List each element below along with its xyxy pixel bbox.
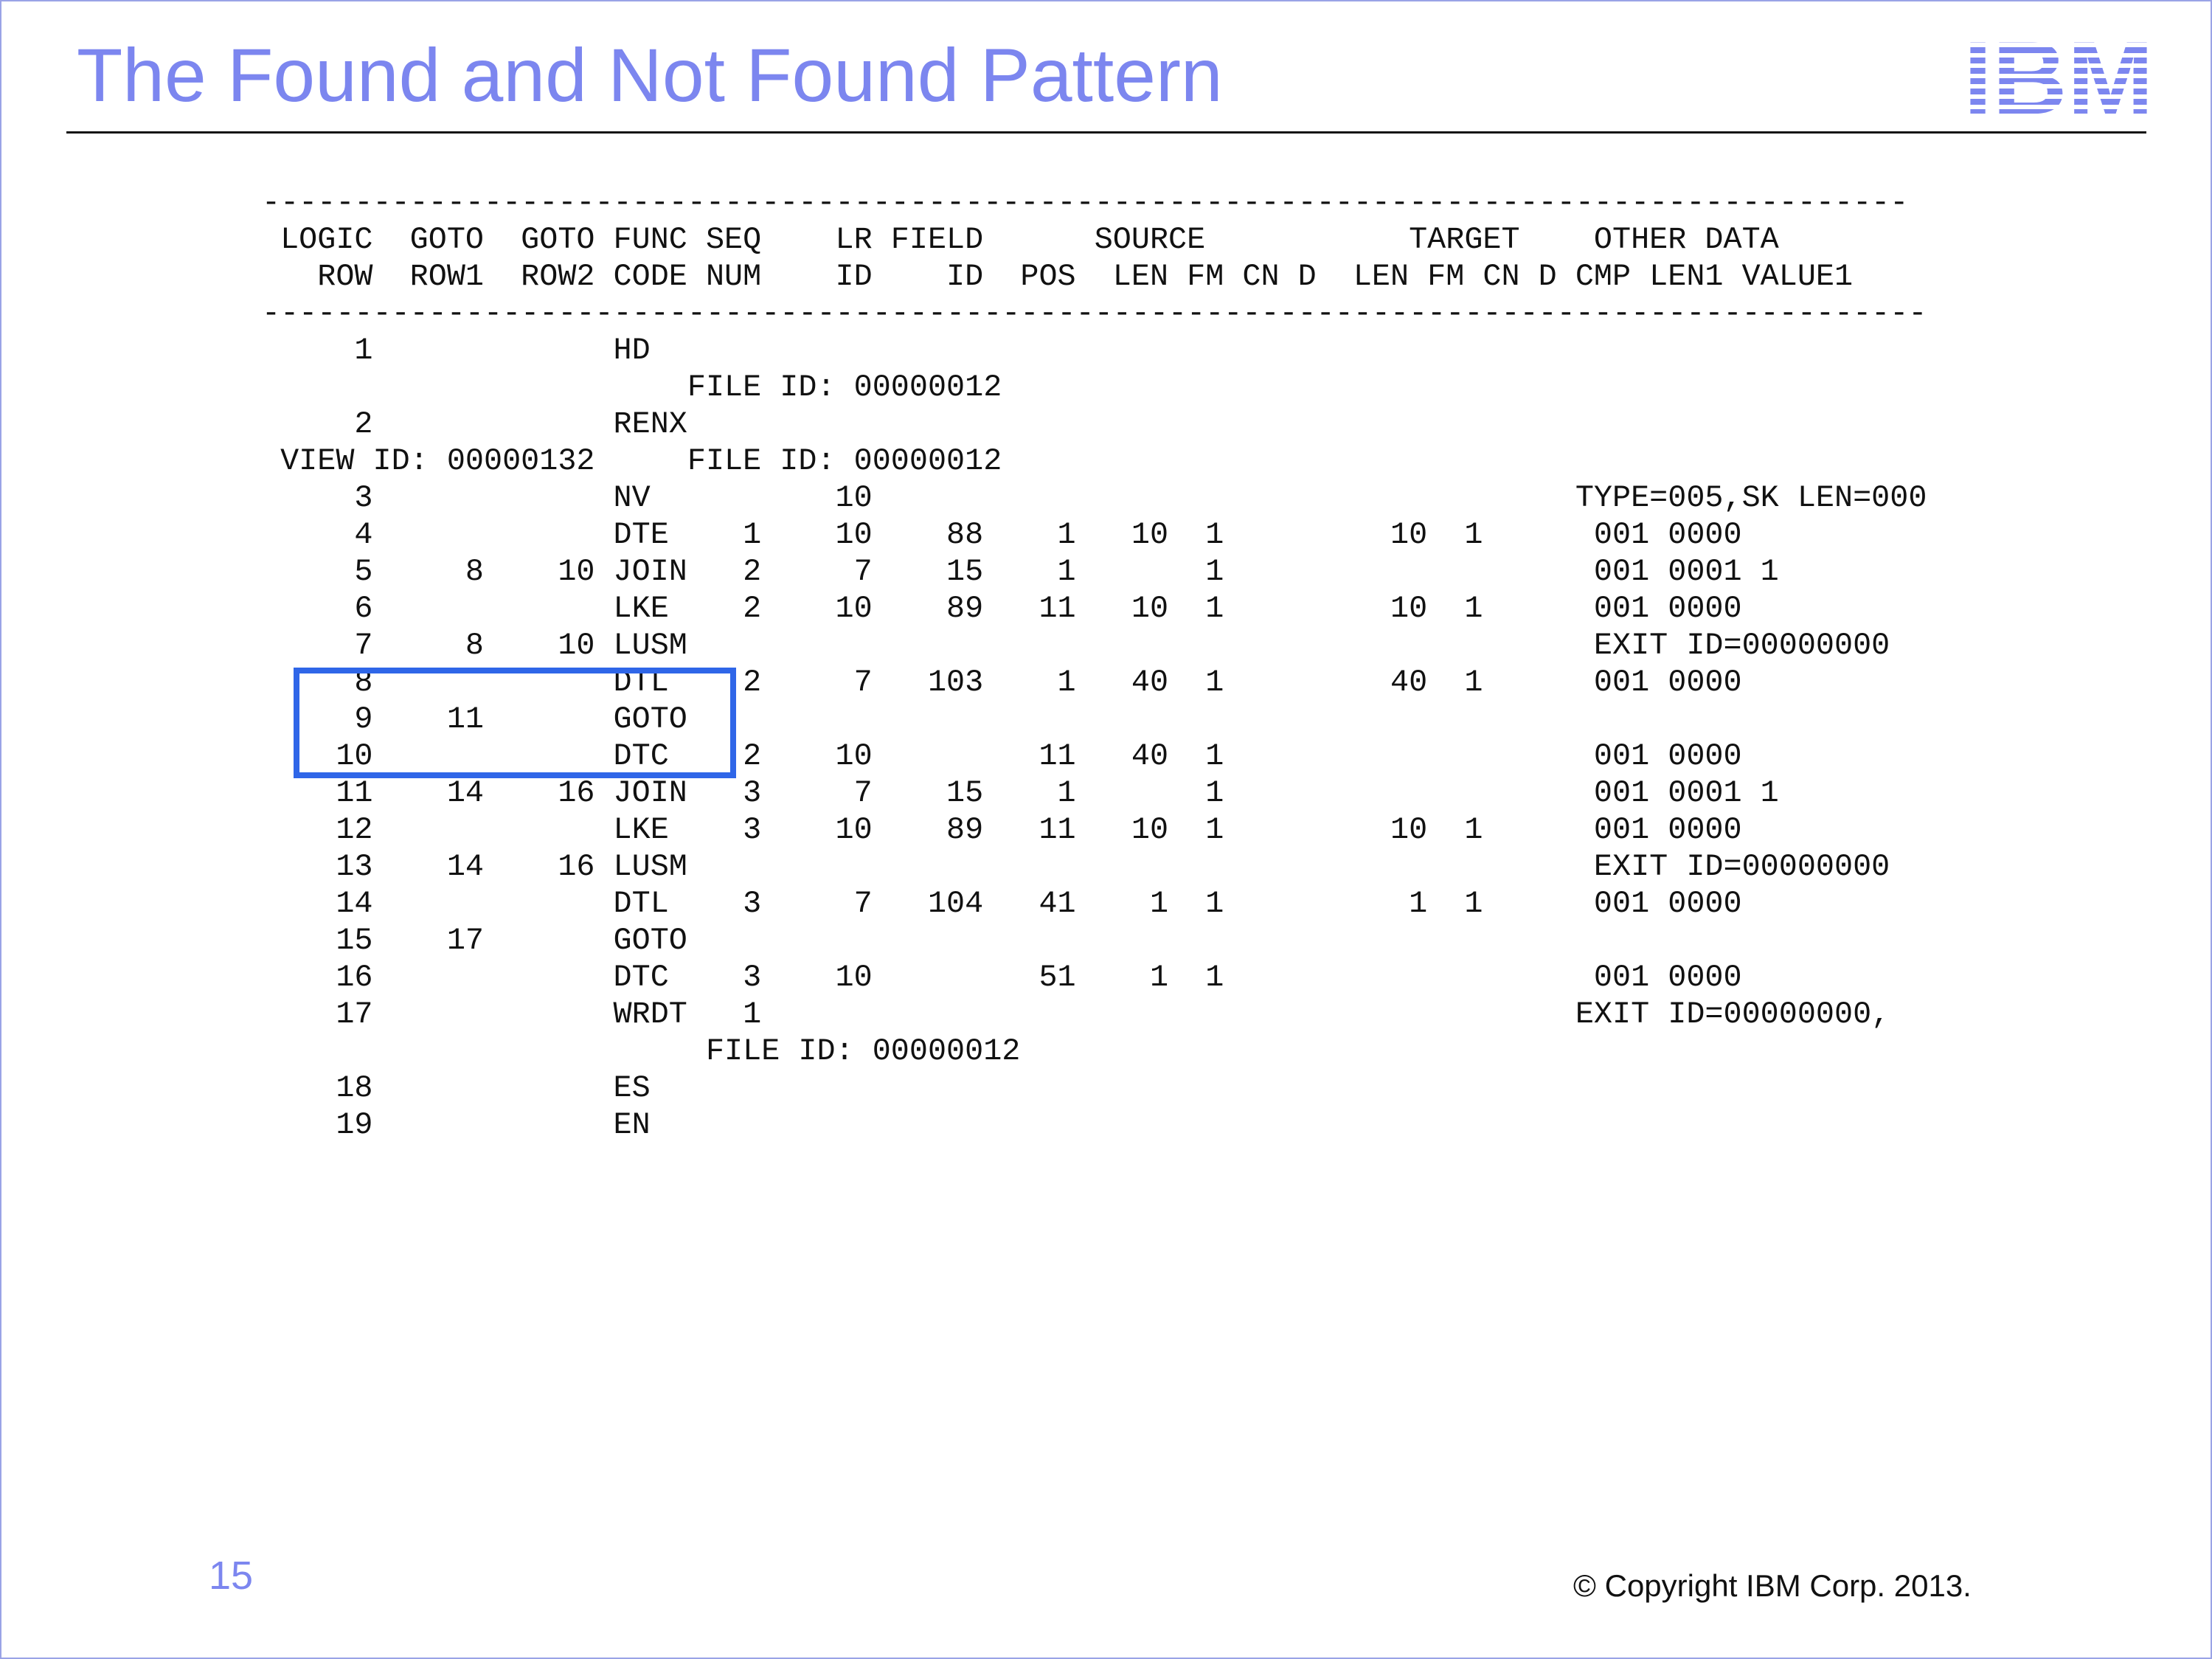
listing-line: LOGIC GOTO GOTO FUNC SEQ LR FIELD SOURCE…	[262, 222, 1779, 257]
listing-line: 12 LKE 3 10 89 11 10 1 10 1 001 0000	[262, 812, 1742, 848]
page-number: 15	[209, 1554, 254, 1598]
listing-line: FILE ID: 00000012	[262, 1033, 1021, 1069]
listing-line: 2 RENX	[262, 406, 687, 442]
listing-line: 15 17 GOTO	[262, 923, 687, 958]
logic-table-listing: ----------------------------------------…	[262, 184, 1927, 1143]
listing-line: 3 NV 10 TYPE=005,SK LEN=000	[262, 480, 1927, 516]
listing-line: 17 WRDT 1 EXIT ID=00000000,	[262, 997, 1890, 1032]
ibm-logo-text: IBM	[1963, 37, 2154, 117]
listing-line: FILE ID: 00000012	[262, 370, 1002, 405]
listing-line: VIEW ID: 00000132 FILE ID: 00000012	[262, 443, 1002, 479]
listing-line: 18 ES	[262, 1070, 651, 1106]
listing-line: 6 LKE 2 10 89 11 10 1 10 1 001 0000	[262, 591, 1742, 626]
ibm-logo: IBM	[1962, 37, 2155, 120]
listing-line: 16 DTC 3 10 51 1 1 001 0000	[262, 960, 1742, 995]
listing-line: 5 8 10 JOIN 2 7 15 1 1 001 0001 1	[262, 554, 1779, 589]
listing-line: 14 DTL 3 7 104 41 1 1 1 1 001 0000	[262, 886, 1742, 921]
listing-line: ROW ROW1 ROW2 CODE NUM ID ID POS LEN FM …	[262, 259, 1854, 294]
listing-line: 11 14 16 JOIN 3 7 15 1 1 001 0001 1	[262, 775, 1779, 811]
title-divider	[66, 131, 2146, 134]
slide-title: The Found and Not Found Pattern	[77, 33, 1223, 117]
listing-line: 1 HD	[262, 333, 651, 368]
listing-line: ----------------------------------------…	[262, 296, 1927, 331]
listing-line: 13 14 16 LUSM EXIT ID=00000000	[262, 849, 1890, 884]
listing-line: 4 DTE 1 10 88 1 10 1 10 1 001 0000	[262, 517, 1742, 553]
copyright-notice: © Copyright IBM Corp. 2013.	[1573, 1568, 1972, 1603]
found-not-found-highlight-box	[294, 668, 736, 778]
listing-line: ----------------------------------------…	[262, 185, 1909, 221]
listing-line: 19 EN	[262, 1107, 651, 1143]
listing-line: 7 8 10 LUSM EXIT ID=00000000	[262, 628, 1890, 663]
